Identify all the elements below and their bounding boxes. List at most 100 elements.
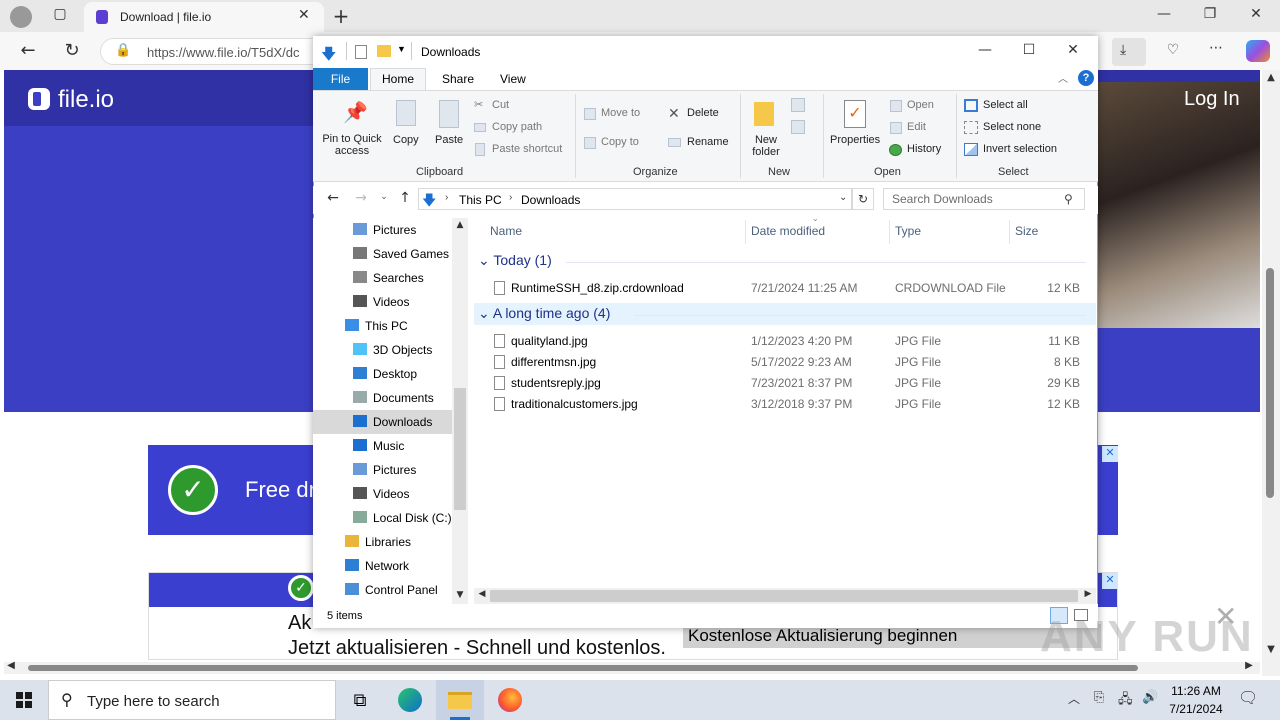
ad-close-icon[interactable]: ✕ [1102, 446, 1118, 462]
explorer-titlebar[interactable]: 🡇 ▼ Downloads — ☐ ✕ [313, 36, 1098, 68]
profile-avatar-icon[interactable] [10, 6, 32, 28]
copilot-icon[interactable] [1246, 40, 1270, 62]
nav-item[interactable]: Desktop [313, 362, 453, 386]
clock-date[interactable]: 7/21/2024 [1166, 702, 1226, 716]
ad2-close-icon[interactable]: ✕ [1102, 573, 1118, 589]
nav-forward-icon[interactable]: → [352, 190, 370, 206]
nav-item[interactable]: Videos [313, 482, 453, 506]
easy-access-icon[interactable] [791, 120, 805, 134]
edge-taskbar-button[interactable] [386, 680, 434, 720]
explorer-close-icon[interactable]: ✕ [1063, 42, 1083, 58]
column-name[interactable]: Name [490, 224, 522, 238]
login-link[interactable]: Log In [1184, 88, 1240, 111]
nav-back-icon[interactable]: ← [324, 190, 342, 206]
page-vertical-scroll-thumb[interactable] [1266, 268, 1274, 498]
tab-actions-icon[interactable]: ▢ [50, 6, 70, 26]
properties-quick-icon[interactable] [355, 45, 367, 59]
firefox-taskbar-button[interactable] [486, 680, 534, 720]
group-collapse-icon[interactable]: ⌄ [478, 305, 493, 321]
browser-close-icon[interactable]: ✕ [1244, 6, 1268, 22]
breadcrumb-downloads[interactable]: Downloads [521, 193, 580, 207]
nav-scroll-down-icon[interactable]: ▼ [454, 590, 466, 600]
downloads-button[interactable]: ⤓ [1112, 38, 1146, 66]
explorer-maximize-icon[interactable]: ☐ [1019, 42, 1039, 58]
scroll-down-icon[interactable]: ▼ [1264, 644, 1278, 655]
select-all-button[interactable]: Select all [964, 98, 1064, 114]
page-horizontal-scroll-thumb[interactable] [28, 665, 1138, 671]
copy-path-button[interactable]: Copy path [474, 120, 570, 136]
notifications-icon[interactable]: 🗨 [1238, 688, 1258, 707]
nav-item[interactable]: Music [313, 434, 453, 458]
tab-home[interactable]: Home [370, 68, 426, 91]
more-menu-icon[interactable]: ⋯ [1204, 40, 1228, 56]
folder-quick-icon[interactable] [377, 45, 391, 57]
nav-scroll-up-icon[interactable]: ▲ [454, 220, 466, 230]
nav-item[interactable]: Pictures [313, 218, 453, 242]
browser-essentials-icon[interactable]: ♡ [1162, 42, 1184, 58]
column-date[interactable]: Date modified [751, 224, 825, 238]
close-tab-icon[interactable]: ✕ [298, 7, 310, 23]
nav-item[interactable]: Network [313, 554, 453, 578]
volume-icon[interactable]: 🔊 [1142, 690, 1158, 705]
file-scroll-right-icon[interactable]: ▶ [1082, 589, 1094, 599]
tab-view[interactable]: View [500, 72, 526, 86]
nav-item[interactable]: This PC [313, 314, 453, 338]
nav-item[interactable]: Local Disk (C:) [313, 506, 453, 530]
group-header[interactable]: ⌄ Today (1) [478, 252, 552, 269]
show-hidden-icons-icon[interactable]: ︿ [1068, 690, 1080, 707]
url-bar[interactable]: 🔒 https://www.file.io/T5dX/dc [100, 38, 344, 65]
file-scroll-left-icon[interactable]: ◀ [476, 589, 488, 599]
copy-button[interactable]: Copy [390, 96, 424, 152]
rename-button[interactable]: Rename [668, 135, 734, 151]
back-icon[interactable]: ← [16, 40, 40, 61]
search-box[interactable]: Search Downloads ⚲ [883, 188, 1085, 210]
tab-share[interactable]: Share [442, 72, 474, 86]
file-row[interactable]: RuntimeSSH_d8.zip.crdownload 7/21/2024 11… [474, 277, 1090, 298]
cut-button[interactable]: ✂ Cut [474, 98, 570, 114]
breadcrumb-this-pc[interactable]: This PC [459, 193, 502, 207]
tab-file[interactable]: File [313, 68, 368, 90]
network-tray-icon[interactable]: ⎘ [1094, 690, 1104, 705]
column-size[interactable]: Size [1015, 224, 1038, 238]
nav-item[interactable]: Control Panel [313, 578, 453, 602]
clock-time[interactable]: 11:26 AM [1168, 684, 1224, 698]
nav-item[interactable]: Videos [313, 290, 453, 314]
scroll-up-icon[interactable]: ▲ [1264, 72, 1278, 83]
file-explorer-taskbar-button[interactable] [436, 680, 484, 720]
file-list-scroll-thumb[interactable] [490, 590, 1078, 602]
file-row[interactable]: traditionalcustomers.jpg 3/12/2018 9:37 P… [474, 393, 1090, 414]
edit-button[interactable]: Edit [888, 120, 948, 136]
browser-minimize-icon[interactable]: — [1152, 6, 1176, 22]
nav-item[interactable]: Pictures [313, 458, 453, 482]
site-brand[interactable]: file.io [58, 86, 114, 114]
explorer-minimize-icon[interactable]: — [975, 42, 995, 58]
copy-to-button[interactable]: Copy to [584, 135, 656, 151]
nav-item[interactable]: Downloads [313, 410, 453, 434]
nav-item[interactable]: Searches [313, 266, 453, 290]
refresh-icon[interactable]: ↻ [852, 188, 874, 210]
properties-button[interactable]: ✓ Properties [830, 98, 882, 160]
new-tab-icon[interactable]: + [330, 4, 352, 28]
new-item-icon[interactable] [791, 98, 805, 112]
nav-pane-scroll-thumb[interactable] [454, 388, 466, 510]
nav-item[interactable]: Documents [313, 386, 453, 410]
invert-selection-button[interactable]: Invert selection [964, 142, 1068, 158]
history-button[interactable]: History [888, 142, 948, 158]
help-icon[interactable]: ? [1078, 70, 1094, 86]
delete-button[interactable]: ✕ Delete [668, 105, 734, 122]
start-button[interactable] [0, 680, 48, 720]
reload-icon[interactable]: ↻ [60, 40, 84, 61]
nav-item[interactable]: 3D Objects [313, 338, 453, 362]
column-type[interactable]: Type [895, 224, 921, 238]
paste-button[interactable]: Paste [432, 96, 466, 152]
paste-shortcut-button[interactable]: Paste shortcut [474, 142, 574, 158]
quick-access-dropdown-icon[interactable]: ▼ [397, 44, 406, 54]
group-header[interactable]: ⌄ A long time ago (4) [478, 305, 610, 322]
group-collapse-icon[interactable]: ⌄ [478, 252, 493, 268]
browser-tab[interactable]: Download | file.io ✕ [84, 2, 324, 32]
address-box[interactable]: 🡇 › This PC › Downloads ⌄ [418, 188, 852, 210]
select-none-button[interactable]: Select none [964, 120, 1064, 136]
collapse-ribbon-icon[interactable]: ︿ [1058, 70, 1068, 85]
scroll-left-icon[interactable]: ◀ [4, 660, 18, 671]
browser-restore-icon[interactable]: ❐ [1198, 6, 1222, 22]
